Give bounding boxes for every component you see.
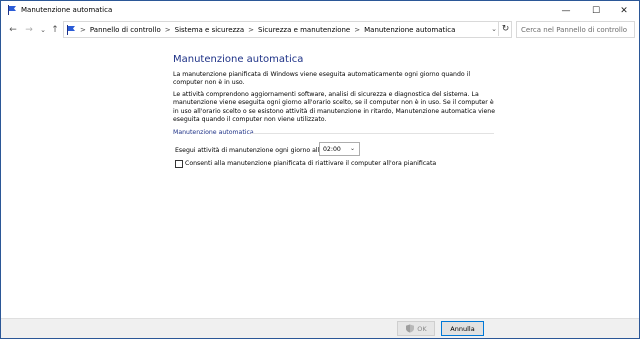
navigation-bar: ← → ⌄ ↑ > Pannello di controllo > Sistem… — [1, 20, 639, 40]
uac-shield-icon — [406, 324, 415, 333]
breadcrumb-separator: > — [164, 25, 171, 34]
window: Manutenzione automatica — ☐ ✕ ← → ⌄ ↑ > … — [0, 0, 640, 339]
forward-button[interactable]: → — [23, 24, 35, 36]
control-panel-flag-icon — [67, 24, 75, 35]
refresh-button[interactable]: ↻ — [498, 21, 512, 36]
back-button[interactable]: ← — [7, 24, 19, 36]
title-bar: Manutenzione automatica — ☐ ✕ — [1, 1, 639, 20]
wake-computer-checkbox[interactable] — [175, 160, 183, 168]
dialog-footer: OK Annulla — [1, 318, 639, 338]
refresh-icon: ↻ — [501, 23, 510, 34]
address-bar[interactable]: > Pannello di controllo > Sistema e sicu… — [63, 21, 512, 38]
window-title: Manutenzione automatica — [21, 6, 113, 14]
minimize-button[interactable]: — — [551, 1, 581, 20]
ok-button[interactable]: OK — [397, 321, 435, 336]
chevron-down-icon: ⌄ — [349, 145, 355, 152]
maximize-icon: ☐ — [591, 5, 601, 16]
search-placeholder: Cerca nel Pannello di controllo — [521, 25, 628, 34]
page-title: Manutenzione automatica — [173, 54, 304, 65]
ok-label: OK — [417, 324, 427, 333]
close-icon: ✕ — [620, 5, 628, 16]
maintenance-time-label: Esegui attività di manutenzione ogni gio… — [175, 147, 324, 154]
breadcrumb-security-maintenance[interactable]: Sicurezza e manutenzione — [258, 26, 350, 34]
breadcrumb-control-panel[interactable]: Pannello di controllo — [90, 26, 161, 34]
close-button[interactable]: ✕ — [609, 1, 639, 20]
chevron-down-icon: ⌄ — [40, 26, 46, 34]
breadcrumb-separator: > — [80, 25, 86, 34]
minimize-icon: — — [561, 5, 571, 16]
details-paragraph: Le attività comprendono aggiornamenti so… — [173, 91, 496, 124]
wake-computer-label[interactable]: Consenti alla manutenzione pianificata d… — [185, 160, 436, 167]
breadcrumb-automatic-maintenance[interactable]: Manutenzione automatica — [364, 26, 455, 34]
breadcrumb-separator: > — [354, 25, 361, 34]
breadcrumb-system-security[interactable]: Sistema e sicurezza — [175, 26, 245, 34]
group-title: Manutenzione automatica — [173, 129, 254, 136]
description-paragraph: La manutenzione pianificata di Windows v… — [173, 71, 471, 87]
recent-locations-button[interactable]: ⌄ — [37, 24, 49, 36]
group-divider — [251, 133, 494, 134]
maximize-button[interactable]: ☐ — [581, 1, 611, 20]
control-panel-flag-icon — [8, 5, 16, 15]
forward-arrow-icon: → — [25, 25, 33, 35]
maintenance-time-value: 02:00 — [323, 145, 341, 153]
breadcrumb-separator: > — [248, 25, 255, 34]
search-input[interactable]: Cerca nel Pannello di controllo — [516, 21, 635, 38]
maintenance-time-select[interactable]: 02:00 ⌄ — [319, 142, 360, 156]
back-arrow-icon: ← — [9, 25, 17, 35]
up-arrow-icon: ↑ — [51, 25, 59, 35]
address-dropdown-icon[interactable]: ⌄ — [491, 25, 497, 33]
up-button[interactable]: ↑ — [49, 24, 61, 36]
main-content: Manutenzione automatica La manutenzione … — [1, 40, 639, 318]
cancel-button[interactable]: Annulla — [441, 321, 484, 336]
cancel-label: Annulla — [450, 324, 475, 333]
